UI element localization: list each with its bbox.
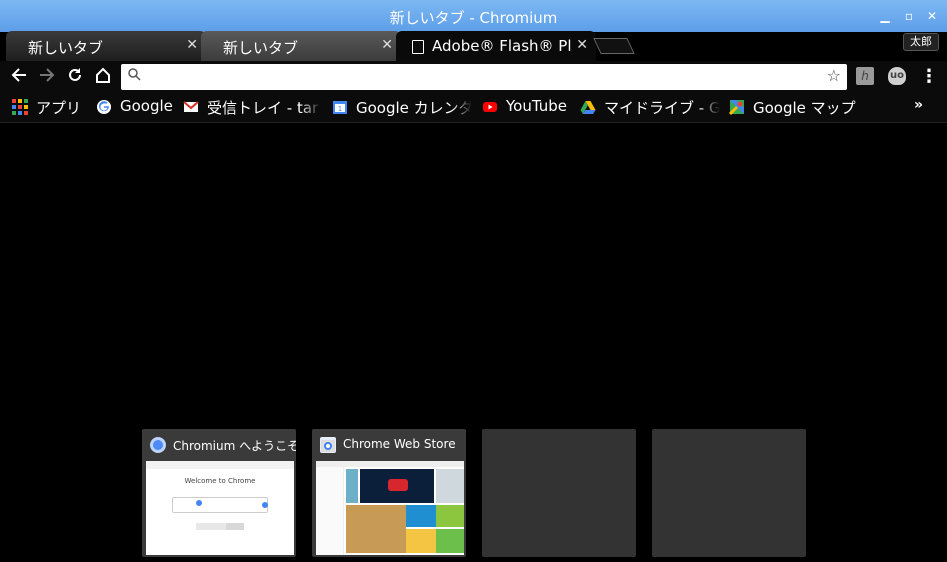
tab-close-icon[interactable]: ✕ [381,37,393,53]
svg-text:1: 1 [338,105,342,113]
bookmarks-overflow-icon[interactable]: » [914,97,923,113]
calendar-icon: 1 [332,99,348,115]
bookmark-gmail[interactable]: 受信トレイ - tar [183,97,321,117]
most-visited-tile-empty-2 [652,429,806,557]
reload-icon[interactable] [64,66,86,88]
tab-strip: 新しいタブ ✕ 新しいタブ ✕ Adobe® Flash® Pl ✕ 太郎 [0,28,947,61]
omnibox[interactable]: ☆ [121,64,847,90]
gmail-icon [183,99,199,115]
new-tab-button[interactable] [593,38,635,54]
new-tab-page: Chromium へようこそ Welcome to Chrome Chrome … [0,124,947,562]
most-visited-tile-chromium[interactable]: Chromium へようこそ Welcome to Chrome [142,429,296,557]
bookmark-google-calendar[interactable]: 1 Google カレンダ [332,97,472,117]
bookmark-google[interactable]: Google [96,97,176,117]
bookmarks-bar: アプリ Google 受信トレイ - tar 1 Google カレンダ You… [0,92,947,123]
web-store-icon [320,437,336,453]
toolbar: ☆ h uo ⋮ [0,61,947,92]
tab-adobe-flash[interactable]: Adobe® Flash® Pl ✕ [396,31,596,61]
bookmark-star-icon[interactable]: ☆ [827,66,841,85]
apps-grid-icon [12,99,28,115]
browser-window: 新しいタブ - Chromium ▁ ▫ ✕ 新しいタブ ✕ 新しいタブ ✕ A… [0,0,947,562]
extension-h-icon[interactable]: h [856,67,874,85]
youtube-icon [482,99,498,115]
tile-thumbnail [316,461,464,555]
window-title: 新しいタブ - Chromium [389,9,558,27]
tab-label: 新しいタブ [223,39,299,57]
address-input[interactable] [145,67,815,87]
tile-title: Chromium へようこそ [173,439,296,453]
menu-kebab-icon[interactable]: ⋮ [920,66,938,88]
bookmark-youtube[interactable]: YouTube [482,97,578,117]
close-window-icon[interactable]: ✕ [925,9,939,23]
tile-header: Chromium へようこそ [142,429,296,461]
tile-header: Chrome Web Store [312,429,466,461]
google-drive-icon [580,99,596,115]
bookmark-google-maps[interactable]: Google マップ [729,97,859,117]
search-icon [128,68,141,85]
bookmark-google-drive[interactable]: マイドライブ - G [580,97,720,117]
tab-label: 新しいタブ [28,39,104,57]
ublock-shield-icon[interactable]: uo [888,67,906,85]
most-visited-tile-empty-1 [482,429,636,557]
tab-label: Adobe® Flash® Pl [432,37,572,55]
tab-close-icon[interactable]: ✕ [186,37,198,53]
home-icon[interactable] [92,66,114,88]
back-icon[interactable] [8,66,30,88]
tab-close-icon[interactable]: ✕ [576,37,588,53]
forward-icon[interactable] [36,66,58,88]
profile-button[interactable]: 太郎 [903,33,939,51]
tab-new-tab-2[interactable]: 新しいタブ ✕ [201,31,401,61]
google-maps-icon [729,99,745,116]
chromium-icon [150,437,166,453]
maximize-icon[interactable]: ▫ [902,9,916,23]
minimize-icon[interactable]: ▁ [878,9,892,23]
tab-new-tab-1[interactable]: 新しいタブ ✕ [6,31,206,61]
google-g-icon [96,99,112,115]
tile-thumbnail: Welcome to Chrome [146,461,294,555]
document-icon [412,40,424,54]
tile-title: Chrome Web Store [343,437,456,451]
bookmark-apps[interactable]: アプリ [12,97,92,117]
most-visited-tile-web-store[interactable]: Chrome Web Store [312,429,466,557]
